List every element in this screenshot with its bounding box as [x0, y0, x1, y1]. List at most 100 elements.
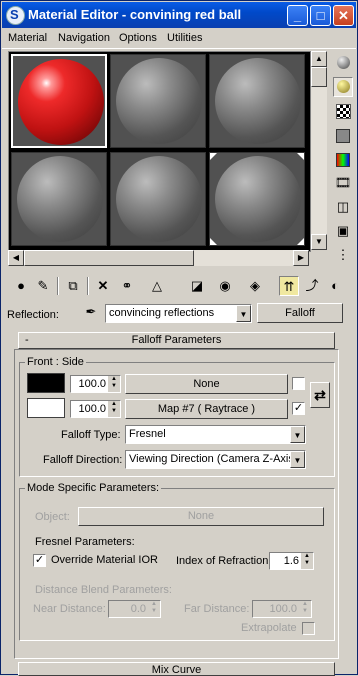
scroll-thumb[interactable] — [311, 67, 327, 87]
fresnel-parameters-title: Fresnel Parameters: — [35, 536, 135, 548]
side-color-swatch[interactable] — [27, 398, 65, 418]
falloff-direction-label: Falloff Direction: — [43, 454, 123, 466]
side-map-button[interactable]: Map #7 ( Raytrace ) — [125, 399, 288, 419]
select-by-material-icon[interactable]: ▣ — [333, 221, 353, 241]
spinner-arrows[interactable]: ▲ ▼ — [299, 601, 311, 617]
hot-material-corner — [210, 153, 217, 160]
put-to-scene-icon[interactable]: ✎ — [33, 276, 53, 296]
reset-map-icon[interactable]: ✕ — [93, 276, 113, 296]
make-preview-icon[interactable]: 🎞 — [333, 173, 353, 193]
spinner-arrows[interactable]: ▲ ▼ — [108, 376, 120, 392]
distance-blend-title: Distance Blend Parameters: — [35, 584, 172, 596]
sample-slot-1[interactable] — [11, 54, 107, 148]
material-id-channel-icon[interactable]: ◪ — [187, 276, 207, 296]
chevron-down-icon[interactable]: ▼ — [290, 426, 305, 443]
spinner-arrows[interactable]: ▲ ▼ — [148, 601, 160, 617]
toolbar-separator — [57, 277, 59, 295]
ior-label: Index of Refraction — [176, 555, 269, 567]
sample-sphere — [17, 156, 103, 242]
sample-slot-3[interactable] — [209, 54, 305, 148]
hot-material-corner — [297, 238, 304, 245]
chevron-down-icon[interactable]: ▼ — [236, 305, 251, 322]
near-distance-spinner[interactable]: 0.0 ▲ ▼ — [108, 600, 161, 618]
map-type-button[interactable]: Falloff — [257, 303, 343, 323]
menu-options[interactable]: Options — [119, 32, 157, 44]
scroll-thumb[interactable] — [24, 250, 194, 266]
extrapolate-checkbox[interactable] — [302, 622, 315, 635]
video-color-check-icon[interactable] — [333, 149, 353, 169]
menu-navigation[interactable]: Navigation — [58, 32, 110, 44]
show-end-result-icon[interactable]: ◈ — [245, 276, 265, 296]
minimize-button[interactable]: _ — [287, 5, 308, 26]
sample-sphere — [116, 156, 202, 242]
rollout-title: Mix Curve — [151, 664, 202, 676]
sample-uv-tiling-icon[interactable] — [333, 125, 353, 145]
front-color-swatch[interactable] — [27, 373, 65, 393]
material-map-navigator-icon[interactable]: ⋮ — [333, 245, 353, 265]
sample-slot-6[interactable] — [209, 152, 305, 246]
object-pick-button[interactable]: None — [78, 507, 324, 526]
sample-sphere-red — [18, 59, 104, 145]
far-distance-label: Far Distance: — [184, 603, 250, 615]
falloff-parameters-rollout-header[interactable]: - Falloff Parameters — [18, 332, 335, 349]
spinner-arrows[interactable]: ▲ ▼ — [108, 401, 120, 417]
title-bar[interactable]: Material Editor - convining red ball _ □… — [2, 2, 356, 28]
menu-material[interactable]: Material — [8, 32, 47, 44]
sample-sphere — [116, 58, 202, 144]
make-unique-icon[interactable]: ⚭ — [117, 276, 137, 296]
show-map-in-viewport-icon[interactable]: ◉ — [215, 276, 235, 296]
far-distance-value: 100.0 — [269, 603, 297, 615]
map-name-field[interactable]: convincing reflections ▼ — [105, 304, 252, 323]
get-material-icon[interactable]: ● — [11, 276, 31, 296]
side-amount-value: 100.0 — [78, 403, 106, 415]
slots-vertical-scrollbar[interactable]: ▲ ▼ — [311, 51, 327, 250]
scroll-right-button[interactable]: ▶ — [293, 250, 309, 266]
close-button[interactable]: ✕ — [333, 5, 354, 26]
front-side-label: Front : Side — [25, 356, 86, 368]
app-icon[interactable] — [6, 6, 25, 25]
go-forward-to-sibling-icon[interactable]: ⤴ — [302, 276, 322, 296]
menu-bar: Material Navigation Options Utilities — [2, 29, 356, 49]
falloff-type-label: Falloff Type: — [61, 429, 121, 441]
map-name-value: convincing reflections — [109, 307, 215, 319]
falloff-type-dropdown[interactable]: Fresnel ▼ — [125, 425, 306, 444]
sample-slot-2[interactable] — [110, 54, 206, 148]
background-checker-icon[interactable] — [333, 101, 353, 121]
override-ior-label: Override Material IOR — [51, 554, 158, 566]
ior-spinner[interactable]: 1.6 ▲ ▼ — [269, 552, 314, 570]
falloff-direction-dropdown[interactable]: Viewing Direction (Camera Z-Axis) ▼ — [125, 450, 306, 469]
toolbar-extra-icon[interactable]: ◐ — [325, 276, 345, 296]
options-icon[interactable]: ◫ — [333, 197, 353, 217]
side-amount-spinner[interactable]: 100.0 ▲ ▼ — [70, 400, 121, 418]
chevron-down-icon[interactable]: ▼ — [290, 451, 305, 468]
put-to-library-icon[interactable]: △ — [147, 276, 167, 296]
swap-colors-button[interactable]: ⇄ — [310, 382, 330, 408]
sample-type-sphere-icon[interactable] — [333, 53, 353, 73]
front-map-checkbox[interactable] — [292, 377, 305, 390]
spinner-arrows[interactable]: ▲ ▼ — [301, 553, 313, 569]
collapse-toggle[interactable]: - — [25, 333, 29, 348]
front-map-button[interactable]: None — [125, 374, 288, 394]
slots-horizontal-scrollbar[interactable]: ◀ ▶ — [8, 250, 309, 266]
sample-slots — [8, 51, 311, 252]
falloff-direction-value: Viewing Direction (Camera Z-Axis) — [129, 453, 298, 465]
sample-slot-5[interactable] — [110, 152, 206, 246]
side-toolbar: 🎞 ◫ ▣ ⋮ — [330, 51, 356, 266]
side-map-checkbox[interactable]: ✓ — [292, 402, 305, 415]
far-distance-spinner[interactable]: 100.0 ▲ ▼ — [252, 600, 312, 618]
scroll-up-button[interactable]: ▲ — [311, 51, 327, 67]
scroll-down-button[interactable]: ▼ — [311, 234, 327, 250]
pick-material-eyedropper-icon[interactable]: ✒ — [81, 302, 101, 322]
sample-sphere — [215, 58, 301, 144]
maximize-button[interactable]: □ — [310, 5, 331, 26]
scroll-left-button[interactable]: ◀ — [8, 250, 24, 266]
assign-to-selection-icon[interactable]: ⧉ — [63, 276, 83, 296]
sample-slot-4[interactable] — [11, 152, 107, 246]
mix-curve-rollout-header[interactable]: Mix Curve — [18, 662, 335, 676]
backlight-icon[interactable] — [333, 77, 353, 97]
front-amount-spinner[interactable]: 100.0 ▲ ▼ — [70, 375, 121, 393]
menu-utilities[interactable]: Utilities — [167, 32, 202, 44]
sample-sphere — [215, 156, 301, 242]
go-to-parent-icon[interactable]: ⇈ — [279, 276, 299, 296]
override-ior-checkbox[interactable]: ✓ — [33, 554, 46, 567]
